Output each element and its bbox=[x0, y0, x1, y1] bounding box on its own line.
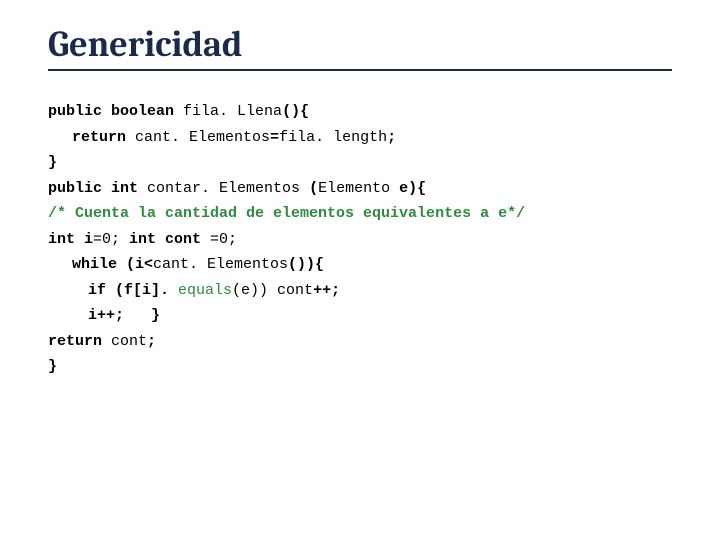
code-line: if (f[i]. equals(e)) cont++; bbox=[48, 278, 672, 304]
page-title: Genericidad bbox=[48, 24, 672, 71]
code-line: int i=0; int cont =0; bbox=[48, 227, 672, 253]
code-block: public boolean fila. Llena(){ return can… bbox=[48, 99, 672, 380]
code-line: i++; } bbox=[48, 303, 672, 329]
code-line: while (i<cant. Elementos()){ bbox=[48, 252, 672, 278]
code-line: public int contar. Elementos (Elemento e… bbox=[48, 176, 672, 202]
code-line: public boolean fila. Llena(){ bbox=[48, 99, 672, 125]
code-line: return cant. Elementos=fila. length; bbox=[48, 125, 672, 151]
code-line: } bbox=[48, 354, 672, 380]
code-line: } bbox=[48, 150, 672, 176]
code-comment: /* Cuenta la cantidad de elementos equiv… bbox=[48, 201, 672, 227]
code-line: return cont; bbox=[48, 329, 672, 355]
